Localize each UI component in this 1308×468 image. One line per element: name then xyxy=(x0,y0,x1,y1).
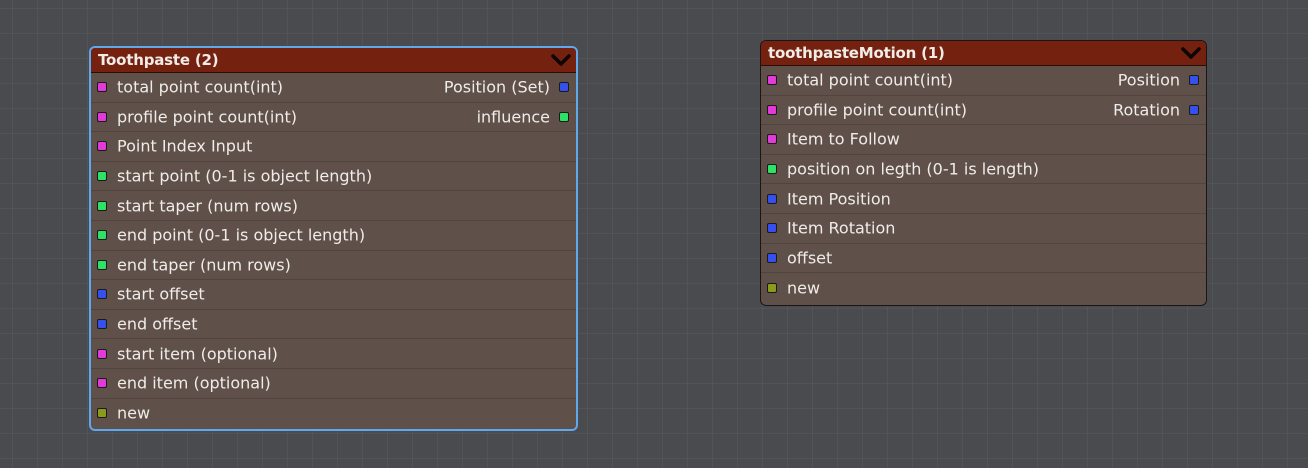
input-port-label: Item Rotation xyxy=(787,218,896,238)
output-port-icon[interactable] xyxy=(559,82,569,93)
input-port-label: profile point count(int) xyxy=(117,107,297,127)
input-port-icon[interactable] xyxy=(97,259,107,270)
input-port-label: position on legth (0-1 is length) xyxy=(787,159,1039,179)
input-port-label: end taper (num rows) xyxy=(117,255,291,275)
node-title: Toothpaste (2) xyxy=(98,51,219,69)
input-port-icon[interactable] xyxy=(767,164,777,175)
input-port-icon[interactable] xyxy=(97,408,107,419)
input-port-label: start taper (num rows) xyxy=(117,196,298,216)
input-port-icon[interactable] xyxy=(767,223,777,234)
port-row: total point count(int) Position xyxy=(761,66,1206,96)
input-port-label: start item (optional) xyxy=(117,344,278,364)
output-port-label: Rotation xyxy=(1113,100,1180,120)
port-row: end point (0-1 is object length) xyxy=(91,221,576,251)
port-row: profile point count(int) influence xyxy=(91,103,576,133)
input-port-label: new xyxy=(117,403,151,423)
input-port-icon[interactable] xyxy=(767,104,777,115)
input-port-icon[interactable] xyxy=(97,141,107,152)
port-row: profile point count(int) Rotation xyxy=(761,96,1206,126)
port-row: start offset xyxy=(91,280,576,310)
input-port-label: start point (0-1 is object length) xyxy=(117,166,373,186)
port-row: end taper (num rows) xyxy=(91,251,576,281)
input-port-label: end item (optional) xyxy=(117,373,271,393)
output-port-label: Position xyxy=(1117,70,1180,90)
input-port-icon[interactable] xyxy=(97,230,107,241)
port-row: end offset xyxy=(91,310,576,340)
port-row: Item Rotation xyxy=(761,214,1206,244)
input-port-label: new xyxy=(787,278,821,298)
port-row: position on legth (0-1 is length) xyxy=(761,155,1206,185)
node-toothpaste[interactable]: Toothpaste (2) total point count(int) Pos… xyxy=(89,46,578,431)
input-port-label: Point Index Input xyxy=(117,136,253,156)
output-port-label: Position (Set) xyxy=(443,77,550,97)
input-port-label: offset xyxy=(787,248,833,268)
node-header[interactable]: toothpasteMotion (1) xyxy=(761,41,1206,66)
input-port-label: profile point count(int) xyxy=(787,100,967,120)
input-port-icon[interactable] xyxy=(97,82,107,93)
port-row: new xyxy=(91,399,576,429)
input-port-label: Item Position xyxy=(787,189,891,209)
input-port-icon[interactable] xyxy=(97,171,107,182)
output-port-icon[interactable] xyxy=(1189,104,1199,115)
input-port-label: end offset xyxy=(117,314,198,334)
input-port-label: Item to Follow xyxy=(787,129,900,149)
port-row: end item (optional) xyxy=(91,369,576,399)
node-title: toothpasteMotion (1) xyxy=(768,44,945,62)
input-port-icon[interactable] xyxy=(767,252,777,263)
input-port-icon[interactable] xyxy=(97,319,107,330)
input-port-label: end point (0-1 is object length) xyxy=(117,225,366,245)
node-toothpaste-motion[interactable]: toothpasteMotion (1) total point count(i… xyxy=(760,40,1207,306)
input-port-icon[interactable] xyxy=(767,134,777,145)
port-row: start item (optional) xyxy=(91,339,576,369)
port-row: start point (0-1 is object length) xyxy=(91,162,576,192)
input-port-label: total point count(int) xyxy=(787,70,954,90)
port-list: total point count(int) Position (Set) prof… xyxy=(91,73,576,428)
input-port-icon[interactable] xyxy=(97,289,107,300)
port-list: total point count(int) Position profile po… xyxy=(761,66,1206,303)
input-port-icon[interactable] xyxy=(97,348,107,359)
port-row: Item Position xyxy=(761,184,1206,214)
input-port-icon[interactable] xyxy=(767,75,777,86)
input-port-icon[interactable] xyxy=(97,200,107,211)
port-row: start taper (num rows) xyxy=(91,191,576,221)
port-row: Point Index Input xyxy=(91,132,576,162)
port-row: offset xyxy=(761,244,1206,274)
chevron-down-icon[interactable] xyxy=(1181,46,1201,60)
port-row: Item to Follow xyxy=(761,125,1206,155)
input-port-icon[interactable] xyxy=(97,111,107,122)
chevron-down-icon[interactable] xyxy=(551,53,571,67)
port-row: total point count(int) Position (Set) xyxy=(91,73,576,103)
input-port-icon[interactable] xyxy=(767,282,777,293)
output-port-icon[interactable] xyxy=(1189,75,1199,86)
input-port-icon[interactable] xyxy=(97,378,107,389)
input-port-icon[interactable] xyxy=(767,193,777,204)
port-row: new xyxy=(761,273,1206,303)
output-port-label: influence xyxy=(476,107,550,127)
node-header[interactable]: Toothpaste (2) xyxy=(91,48,576,73)
input-port-label: total point count(int) xyxy=(117,77,284,97)
input-port-label: start offset xyxy=(117,284,205,304)
output-port-icon[interactable] xyxy=(559,111,569,122)
